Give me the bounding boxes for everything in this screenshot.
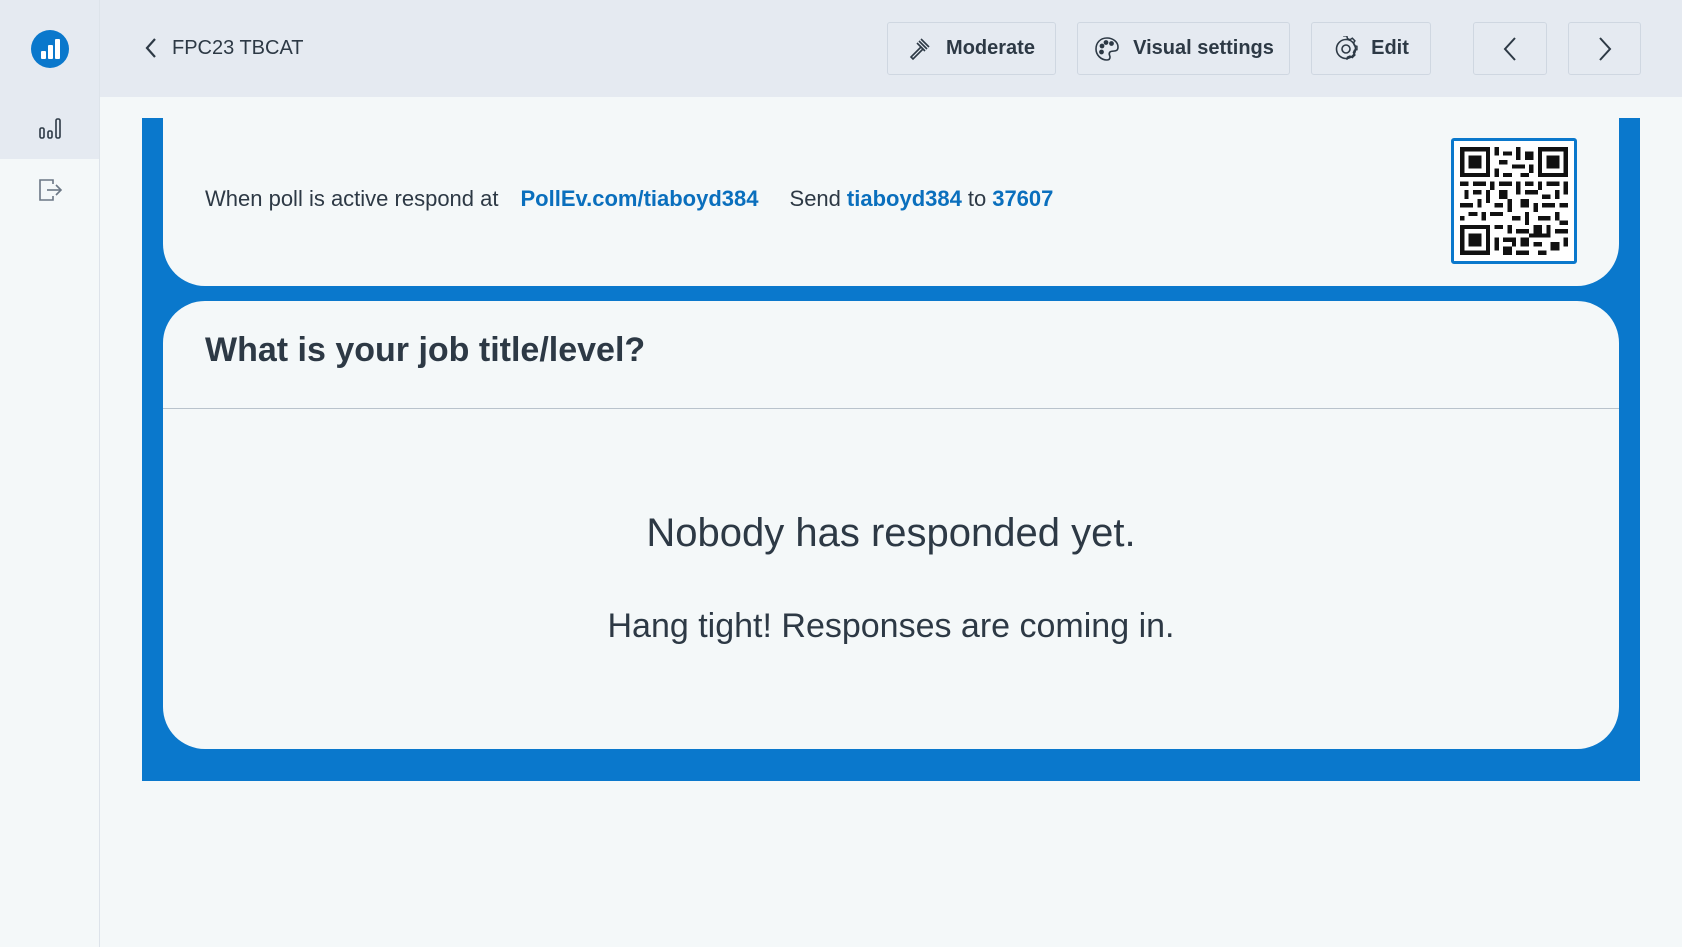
sidebar <box>0 0 100 947</box>
qr-code[interactable] <box>1451 138 1577 264</box>
chevron-right-icon <box>1598 36 1611 61</box>
question-divider <box>163 408 1619 409</box>
instructions-prefix: When poll is active respond at <box>205 186 499 211</box>
sidebar-item-results[interactable] <box>0 97 99 159</box>
palette-icon <box>1095 36 1119 61</box>
sidebar-item-exit[interactable] <box>0 159 99 221</box>
gavel-icon <box>909 37 930 60</box>
empty-state-subtext: Hang tight! Responses are coming in. <box>607 607 1175 645</box>
previous-button[interactable] <box>1473 22 1547 75</box>
chevron-left-icon <box>1503 36 1516 61</box>
poll-everywhere-logo-icon <box>30 29 69 68</box>
response-instructions: When poll is active respond at PollEv.co… <box>205 186 1053 212</box>
edit-button[interactable]: Edit <box>1311 22 1431 75</box>
edit-label: Edit <box>1371 37 1409 59</box>
visual-settings-label: Visual settings <box>1133 37 1274 59</box>
back-link[interactable]: FPC23 TBCAT <box>144 30 304 66</box>
to-text: to <box>967 186 987 211</box>
next-button[interactable] <box>1568 22 1641 75</box>
moderate-label: Moderate <box>946 37 1035 59</box>
exit-icon <box>38 179 62 201</box>
visual-settings-button[interactable]: Visual settings <box>1077 22 1290 75</box>
gear-icon <box>1335 35 1358 60</box>
presentation-stage: When poll is active respond at PollEv.co… <box>142 118 1640 781</box>
qr-code-image <box>1460 147 1568 255</box>
logo[interactable] <box>0 0 99 97</box>
question-card: What is your job title/level? Nobody has… <box>163 301 1619 749</box>
empty-state-heading: Nobody has responded yet. <box>646 511 1136 555</box>
bar-chart-icon <box>38 118 61 139</box>
poll-url-link[interactable]: PollEv.com/tiaboyd384 <box>521 186 759 212</box>
response-instructions-card: When poll is active respond at PollEv.co… <box>163 118 1619 286</box>
moderate-button[interactable]: Moderate <box>887 22 1056 75</box>
chevron-left-icon <box>145 38 156 58</box>
sms-keyword: tiaboyd384 <box>846 186 962 211</box>
top-bar: FPC23 TBCAT Moderate Visual settings Edi… <box>100 0 1682 97</box>
sms-number: 37607 <box>992 186 1054 211</box>
send-text: Send <box>789 186 841 211</box>
question-title: What is your job title/level? <box>205 331 646 369</box>
back-link-label: FPC23 TBCAT <box>172 36 304 59</box>
